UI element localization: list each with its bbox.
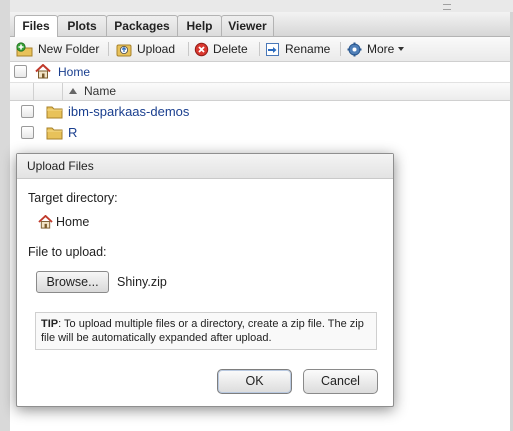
dialog-title[interactable]: Upload Files xyxy=(17,154,393,179)
chevron-down-icon xyxy=(398,47,405,51)
upload-label: Upload xyxy=(137,42,176,56)
delete-button[interactable]: Delete xyxy=(194,41,248,57)
upload-icon xyxy=(116,44,132,56)
new-folder-button[interactable]: New Folder xyxy=(16,41,99,57)
tab-help[interactable]: Help xyxy=(177,15,222,36)
folder-icon xyxy=(46,127,63,140)
pane-resize-handle[interactable] xyxy=(443,4,451,10)
tip-heading: TIP xyxy=(41,318,59,330)
name-column-header[interactable]: Name xyxy=(84,84,116,99)
delete-icon xyxy=(194,42,209,56)
rename-label: Rename xyxy=(285,42,331,56)
list-item[interactable]: R xyxy=(10,122,513,144)
tab-packages[interactable]: Packages xyxy=(106,15,178,36)
toolbar-separator xyxy=(108,42,109,56)
more-label: More xyxy=(367,42,395,56)
cancel-button[interactable]: Cancel xyxy=(303,369,378,394)
list-item[interactable]: ibm-sparkaas-demos xyxy=(10,101,513,123)
file-name-link[interactable]: R xyxy=(68,125,77,141)
tip-text: : To upload multiple files or a director… xyxy=(41,318,364,344)
more-menu-button[interactable]: More xyxy=(347,41,405,57)
new-folder-label: New Folder xyxy=(38,42,100,56)
tab-files[interactable]: Files xyxy=(14,15,58,37)
target-directory-label: Target directory: xyxy=(28,191,118,205)
tip-box: TIP: To upload multiple files or a direc… xyxy=(35,312,377,350)
folder-icon xyxy=(46,106,63,119)
target-directory-name: Home xyxy=(56,215,90,229)
ok-button[interactable]: OK xyxy=(217,369,292,394)
toolbar-separator xyxy=(340,42,341,56)
file-to-upload-label: File to upload: xyxy=(28,245,107,259)
select-all-checkbox[interactable] xyxy=(14,65,27,78)
file-list-header: Name xyxy=(10,83,513,101)
files-toolbar: New Folder Upload Delete Rename More xyxy=(10,37,513,62)
gear-icon xyxy=(347,42,362,56)
new-folder-icon xyxy=(16,41,33,56)
chosen-file-name: Shiny.zip xyxy=(117,275,167,289)
column-divider xyxy=(62,83,63,100)
toolbar-separator xyxy=(259,42,260,56)
delete-label: Delete xyxy=(213,42,248,56)
tab-bar: Files Plots Packages Help Viewer xyxy=(10,12,513,37)
tab-plots[interactable]: Plots xyxy=(57,15,107,36)
home-icon xyxy=(38,215,53,229)
rename-button[interactable]: Rename xyxy=(265,41,330,57)
breadcrumb: Home xyxy=(10,62,513,83)
row-checkbox[interactable] xyxy=(21,105,34,118)
home-icon[interactable] xyxy=(35,64,51,79)
tab-viewer[interactable]: Viewer xyxy=(221,15,274,36)
upload-files-dialog: Upload Files Target directory: Home File… xyxy=(16,153,394,407)
column-divider xyxy=(33,83,34,100)
upload-button[interactable]: Upload xyxy=(116,41,175,57)
target-directory-value: Home xyxy=(38,215,89,229)
row-checkbox[interactable] xyxy=(21,126,34,139)
breadcrumb-home-link[interactable]: Home xyxy=(58,64,90,80)
rename-icon xyxy=(266,42,279,56)
toolbar-separator xyxy=(188,42,189,56)
file-name-link[interactable]: ibm-sparkaas-demos xyxy=(68,104,189,120)
browse-button[interactable]: Browse... xyxy=(36,271,109,293)
sort-ascending-icon xyxy=(69,88,77,94)
